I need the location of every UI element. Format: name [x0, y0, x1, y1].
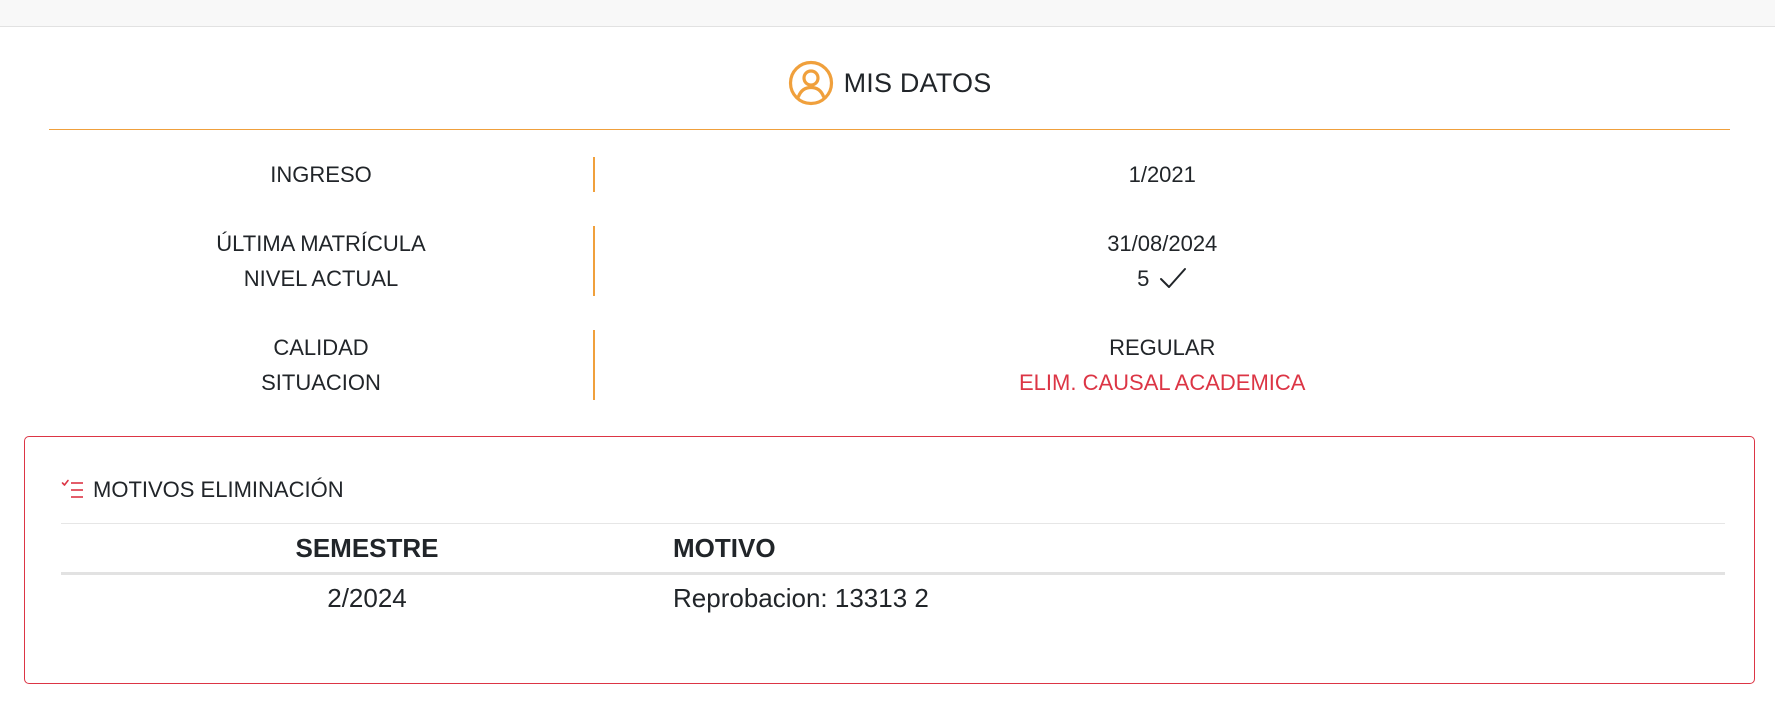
column-header-motivo: MOTIVO: [673, 532, 776, 563]
table-header-row: SEMESTRE MOTIVO: [61, 524, 1725, 575]
semestre-cell: 2/2024: [327, 582, 407, 613]
row-value-column: 31/08/2024 5: [595, 226, 1731, 296]
data-row-ingreso: INGRESO 1/2021: [49, 157, 1730, 192]
ultima-matricula-label: ÚLTIMA MATRÍCULA: [216, 231, 426, 256]
situacion-value: ELIM. CAUSAL ACADEMICA: [1019, 370, 1306, 395]
mis-datos-header: MIS DATOS: [49, 27, 1730, 130]
browser-top-bar: [0, 0, 1775, 27]
row-value-column: REGULAR ELIM. CAUSAL ACADEMICA: [595, 330, 1731, 400]
row-label-column: INGRESO: [49, 157, 593, 192]
nivel-actual-value-line: 5: [595, 261, 1731, 296]
data-row-calidad-situacion: CALIDAD SITUACION REGULAR ELIM. CAUSAL A…: [49, 330, 1730, 400]
row-value-column: 1/2021: [595, 157, 1731, 192]
data-row-matricula-nivel: ÚLTIMA MATRÍCULA NIVEL ACTUAL 31/08/2024…: [49, 226, 1730, 296]
check-icon: [1160, 268, 1187, 288]
table-row: 2/2024 Reprobacion: 13313 2: [61, 575, 1725, 621]
situacion-label: SITUACION: [261, 370, 381, 395]
motivos-title-group: MOTIVOS ELIMINACIÓN: [61, 477, 344, 503]
motivos-eliminacion-card: MOTIVOS ELIMINACIÓN SEMESTRE MOTIVO 2/20…: [24, 436, 1755, 684]
nivel-actual-label: NIVEL ACTUAL: [243, 266, 399, 291]
calidad-label: CALIDAD: [273, 335, 369, 360]
page-title: MIS DATOS: [843, 67, 992, 98]
motivo-cell: Reprobacion: 13313 2: [673, 582, 929, 613]
ingreso-label: INGRESO: [270, 162, 372, 187]
motivos-table: SEMESTRE MOTIVO 2/2024 Reprobacion: 1331…: [61, 523, 1725, 621]
nivel-actual-value: 5: [1137, 266, 1150, 291]
motivos-title: MOTIVOS ELIMINACIÓN: [93, 477, 344, 502]
list-check-icon: [61, 479, 83, 498]
header-title-group: MIS DATOS: [49, 60, 1730, 106]
ingreso-value: 1/2021: [1128, 162, 1196, 187]
column-header-semestre: SEMESTRE: [295, 532, 439, 563]
user-circle-icon: [788, 60, 833, 106]
row-label-column: ÚLTIMA MATRÍCULA NIVEL ACTUAL: [49, 226, 593, 296]
calidad-value: REGULAR: [1109, 335, 1216, 360]
ultima-matricula-value: 31/08/2024: [1107, 231, 1218, 256]
row-label-column: CALIDAD SITUACION: [49, 330, 593, 400]
